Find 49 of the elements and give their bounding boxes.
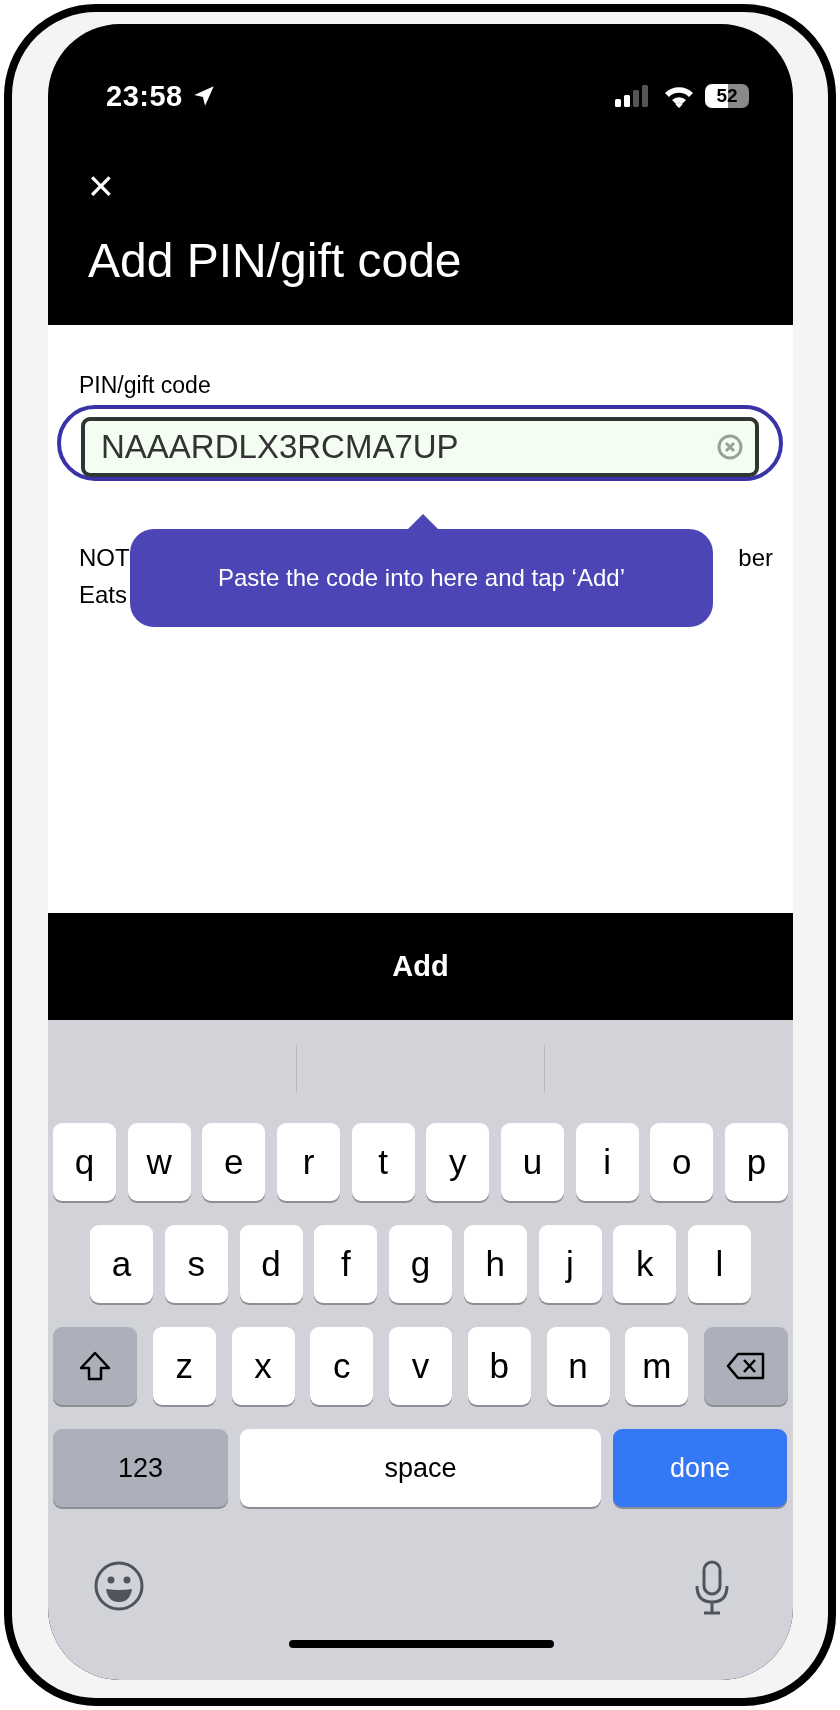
wifi-icon — [663, 84, 695, 108]
letter-key[interactable]: x — [231, 1327, 295, 1405]
signal-icon — [615, 85, 651, 107]
note-text: ber — [738, 543, 773, 573]
space-key[interactable]: space — [240, 1429, 601, 1507]
letter-key[interactable]: u — [500, 1123, 564, 1201]
clock-time: 23:58 — [106, 79, 183, 113]
delete-key[interactable] — [704, 1327, 788, 1405]
letter-key[interactable]: r — [276, 1123, 340, 1201]
letter-key[interactable]: e — [202, 1123, 266, 1201]
letter-key[interactable]: c — [310, 1327, 374, 1405]
letter-key[interactable]: s — [164, 1225, 228, 1303]
letter-key[interactable]: l — [688, 1225, 751, 1303]
microphone-icon[interactable] — [694, 1560, 730, 1616]
letter-key[interactable]: i — [575, 1123, 639, 1201]
code-input-field[interactable]: NAAARDLX3RCMA7UP — [81, 417, 759, 477]
letter-key[interactable]: n — [546, 1327, 610, 1405]
letter-key[interactable]: h — [463, 1225, 527, 1303]
shift-key[interactable] — [53, 1327, 137, 1405]
page-title: Add PIN/gift code — [88, 235, 463, 287]
letter-key[interactable]: v — [389, 1327, 452, 1405]
letter-key[interactable]: f — [314, 1225, 378, 1303]
done-key[interactable]: done — [613, 1429, 787, 1507]
letter-key[interactable]: z — [152, 1327, 216, 1405]
letter-key[interactable]: m — [625, 1327, 689, 1405]
numbers-key[interactable]: 123 — [53, 1429, 228, 1507]
letter-key[interactable]: w — [127, 1123, 191, 1201]
tooltip: Paste the code into here and tap ‘Add’ — [130, 529, 713, 627]
letter-key[interactable]: q — [53, 1123, 116, 1201]
letter-key[interactable]: d — [239, 1225, 303, 1303]
note-text: Eats — [79, 581, 128, 608]
close-button[interactable]: × — [88, 168, 114, 204]
clear-icon[interactable] — [717, 434, 743, 460]
letter-key[interactable]: y — [426, 1123, 490, 1201]
battery-icon: 52 — [705, 84, 749, 108]
field-label: PIN/gift code — [79, 371, 212, 399]
backspace-icon — [726, 1351, 766, 1381]
emoji-icon[interactable] — [93, 1560, 145, 1612]
letter-key[interactable]: k — [613, 1225, 677, 1303]
letter-key[interactable]: b — [467, 1327, 531, 1405]
letter-key[interactable]: g — [389, 1225, 452, 1303]
letter-key[interactable]: t — [351, 1123, 415, 1201]
letter-key[interactable]: p — [724, 1123, 788, 1201]
up-arrow-icon — [78, 1350, 112, 1382]
letter-key[interactable]: o — [650, 1123, 714, 1201]
note-text: NOT — [79, 543, 130, 573]
tooltip-pointer-icon — [408, 514, 438, 529]
letter-key[interactable]: j — [538, 1225, 602, 1303]
letter-key[interactable]: a — [90, 1225, 153, 1303]
